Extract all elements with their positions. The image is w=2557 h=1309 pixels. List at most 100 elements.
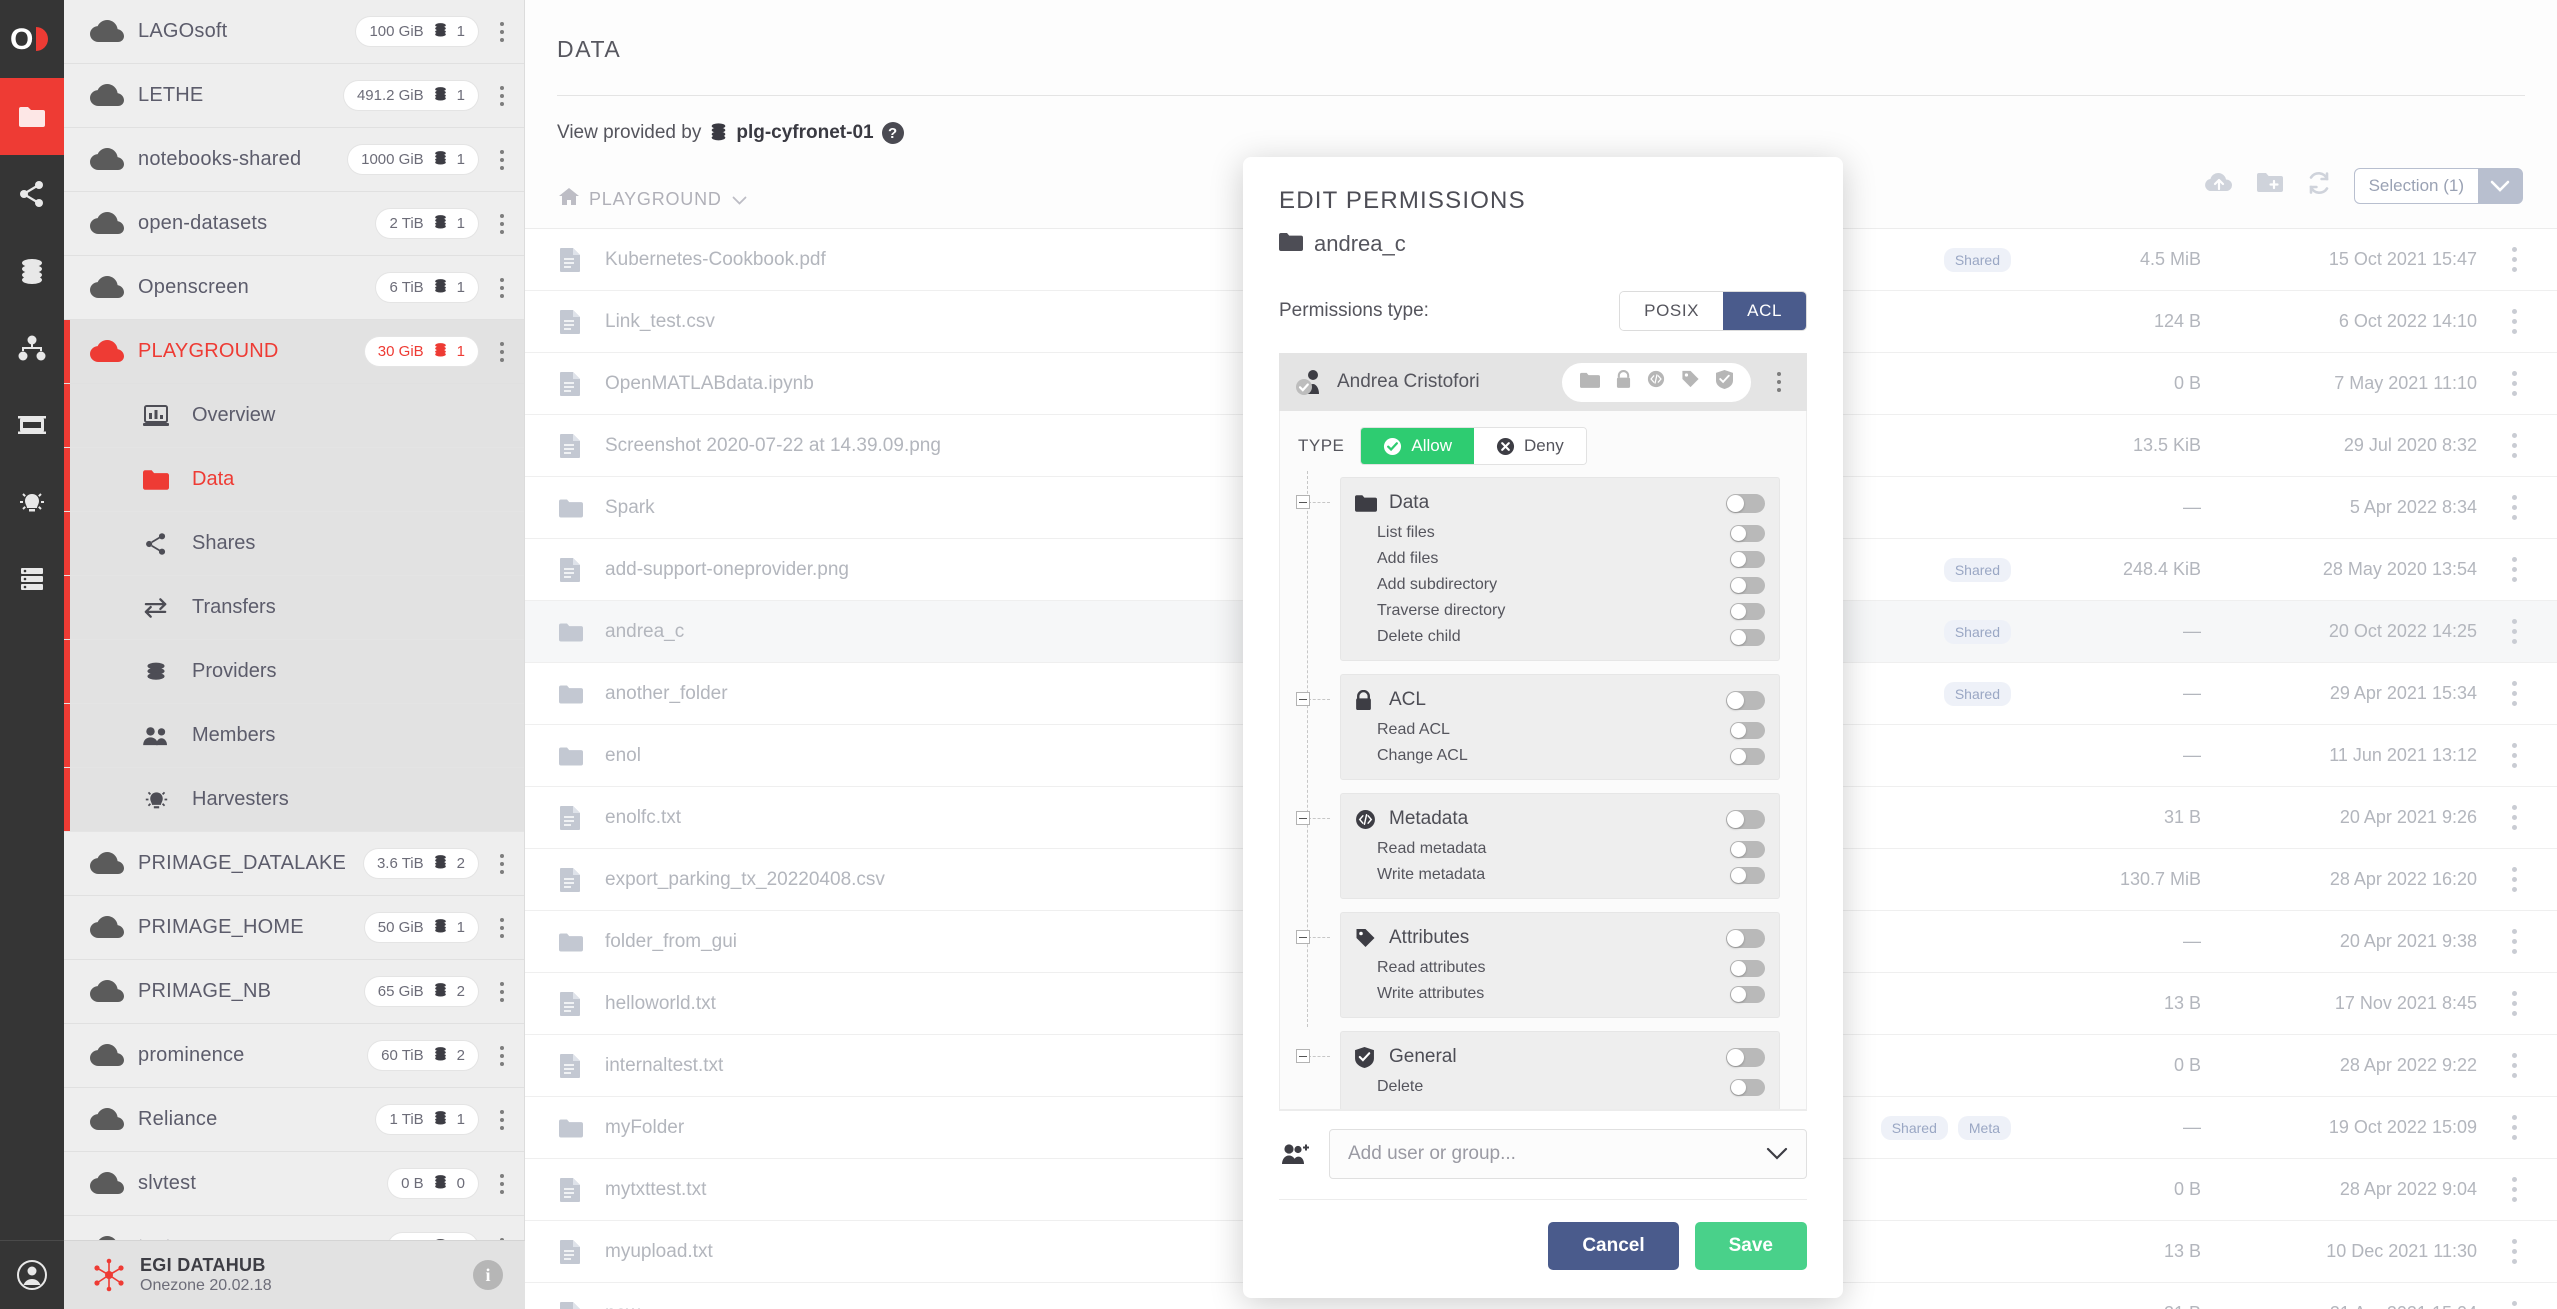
permission-group-general: General Delete bbox=[1296, 1031, 1780, 1109]
permission-toggle[interactable] bbox=[1730, 524, 1765, 542]
folder-icon bbox=[1580, 371, 1600, 394]
tab-posix[interactable]: POSIX bbox=[1620, 292, 1724, 330]
permission-toggle[interactable] bbox=[1730, 959, 1765, 977]
permission-label: Add files bbox=[1377, 550, 1439, 567]
deny-button[interactable]: Deny bbox=[1474, 428, 1586, 464]
permission-row: Write attributes bbox=[1355, 981, 1765, 1007]
permission-row: Add files bbox=[1355, 546, 1765, 572]
permission-label: Read attributes bbox=[1377, 959, 1486, 976]
deny-label: Deny bbox=[1524, 436, 1564, 455]
permission-toggle[interactable] bbox=[1730, 550, 1765, 568]
tab-acl[interactable]: ACL bbox=[1723, 292, 1806, 330]
x-circle-icon bbox=[1496, 437, 1515, 455]
permission-label: Change ACL bbox=[1377, 747, 1468, 764]
modal-subject-name: andrea_c bbox=[1314, 231, 1406, 256]
permission-group-toggle[interactable] bbox=[1726, 1047, 1765, 1067]
permission-row: Delete bbox=[1355, 1074, 1765, 1100]
allow-label: Allow bbox=[1411, 436, 1453, 455]
add-user-placeholder: Add user or group... bbox=[1348, 1143, 1516, 1164]
permission-group-header: General bbox=[1355, 1040, 1765, 1074]
permission-row: Traverse directory bbox=[1355, 598, 1765, 624]
permissions-type-row: Permissions type: POSIX ACL bbox=[1243, 291, 1843, 331]
collapse-icon[interactable] bbox=[1296, 692, 1310, 706]
acl-user-row[interactable]: Andrea Cristofori bbox=[1279, 353, 1807, 411]
permission-group-header: Data bbox=[1355, 486, 1765, 520]
permission-group-title: General bbox=[1389, 1046, 1457, 1067]
add-user-row: Add user or group... bbox=[1279, 1110, 1807, 1199]
modal-footer: Cancel Save bbox=[1279, 1199, 1807, 1298]
permission-row: List files bbox=[1355, 520, 1765, 546]
collapse-icon[interactable] bbox=[1296, 811, 1310, 825]
check-circle-icon bbox=[1384, 437, 1402, 455]
permission-label: Read metadata bbox=[1377, 840, 1487, 857]
permission-toggle[interactable] bbox=[1730, 985, 1765, 1003]
type-row: TYPE Allow Deny bbox=[1280, 411, 1806, 477]
shield-check-icon bbox=[1355, 1046, 1379, 1068]
permission-toggle[interactable] bbox=[1730, 1078, 1765, 1096]
permission-row: Delete child bbox=[1355, 624, 1765, 650]
collapse-icon[interactable] bbox=[1296, 495, 1310, 509]
permission-label: List files bbox=[1377, 524, 1435, 541]
acl-user-permission-icons bbox=[1562, 362, 1751, 402]
permission-group-acl: ACL Read ACL Change ACL bbox=[1296, 674, 1780, 780]
allow-deny-toggle[interactable]: Allow Deny bbox=[1360, 427, 1587, 465]
permission-label: Delete child bbox=[1377, 628, 1461, 645]
add-user-icon bbox=[1279, 1142, 1313, 1166]
add-user-or-group-select[interactable]: Add user or group... bbox=[1329, 1129, 1807, 1179]
permission-toggle[interactable] bbox=[1730, 576, 1765, 594]
acl-user-name: Andrea Cristofori bbox=[1337, 371, 1480, 392]
permission-toggle[interactable] bbox=[1730, 628, 1765, 646]
permission-label: Traverse directory bbox=[1377, 602, 1506, 619]
chevron-down-icon[interactable] bbox=[1766, 1143, 1788, 1166]
lock-icon bbox=[1616, 370, 1631, 394]
permission-group-attributes: Attributes Read attributes Write attribute… bbox=[1296, 912, 1780, 1018]
permission-row: Change ACL bbox=[1355, 743, 1765, 769]
permission-group-title: ACL bbox=[1389, 689, 1426, 710]
permission-tree: Data List files Add files Add subdirectory T… bbox=[1280, 471, 1806, 1109]
permission-toggle[interactable] bbox=[1730, 840, 1765, 858]
permissions-type-label: Permissions type: bbox=[1279, 300, 1429, 321]
collapse-icon[interactable] bbox=[1296, 1049, 1310, 1063]
permissions-body: TYPE Allow Deny Data List files Add file… bbox=[1279, 411, 1807, 1110]
permission-label: Delete bbox=[1377, 1078, 1424, 1095]
modal-subject: andrea_c bbox=[1279, 231, 1807, 257]
collapse-icon[interactable] bbox=[1296, 930, 1310, 944]
permission-toggle[interactable] bbox=[1730, 747, 1765, 765]
permission-label: Write metadata bbox=[1377, 866, 1486, 883]
permission-toggle[interactable] bbox=[1730, 721, 1765, 739]
permission-toggle[interactable] bbox=[1730, 602, 1765, 620]
permission-group-header: ACL bbox=[1355, 683, 1765, 717]
allow-button[interactable]: Allow bbox=[1361, 428, 1475, 464]
permission-row: Read metadata bbox=[1355, 836, 1765, 862]
permission-group-toggle[interactable] bbox=[1726, 928, 1765, 948]
lock-icon bbox=[1355, 690, 1379, 710]
edit-permissions-modal: EDIT PERMISSIONS andrea_c Permissions ty… bbox=[1243, 157, 1843, 1298]
permission-toggle[interactable] bbox=[1730, 866, 1765, 884]
cancel-button[interactable]: Cancel bbox=[1548, 1222, 1679, 1270]
permission-group-toggle[interactable] bbox=[1726, 809, 1765, 829]
code-icon bbox=[1355, 809, 1379, 830]
permission-row: Read attributes bbox=[1355, 955, 1765, 981]
permission-group-toggle[interactable] bbox=[1726, 690, 1765, 710]
type-label: TYPE bbox=[1298, 436, 1345, 455]
permission-group-title: Data bbox=[1389, 492, 1430, 513]
tag-icon bbox=[1681, 370, 1700, 394]
folder-icon bbox=[1279, 231, 1303, 257]
user-check-icon bbox=[1293, 368, 1327, 396]
code-icon bbox=[1647, 370, 1665, 394]
acl-user-menu-icon[interactable] bbox=[1765, 372, 1793, 392]
tag-icon bbox=[1355, 928, 1379, 948]
permission-row: Add subdirectory bbox=[1355, 572, 1765, 598]
modal-header: EDIT PERMISSIONS andrea_c bbox=[1243, 157, 1843, 257]
permission-label: Add subdirectory bbox=[1377, 576, 1498, 593]
permission-group-title: Attributes bbox=[1389, 927, 1470, 948]
permission-row: Write metadata bbox=[1355, 862, 1765, 888]
permission-group-metadata: Metadata Read metadata Write metadata bbox=[1296, 793, 1780, 899]
folder-icon bbox=[1355, 494, 1379, 512]
permission-label: Read ACL bbox=[1377, 721, 1450, 738]
permission-group-title: Metadata bbox=[1389, 808, 1469, 829]
permissions-type-toggle[interactable]: POSIX ACL bbox=[1619, 291, 1807, 331]
modal-title: EDIT PERMISSIONS bbox=[1279, 187, 1526, 214]
permission-group-toggle[interactable] bbox=[1726, 493, 1765, 513]
save-button[interactable]: Save bbox=[1694, 1222, 1807, 1270]
